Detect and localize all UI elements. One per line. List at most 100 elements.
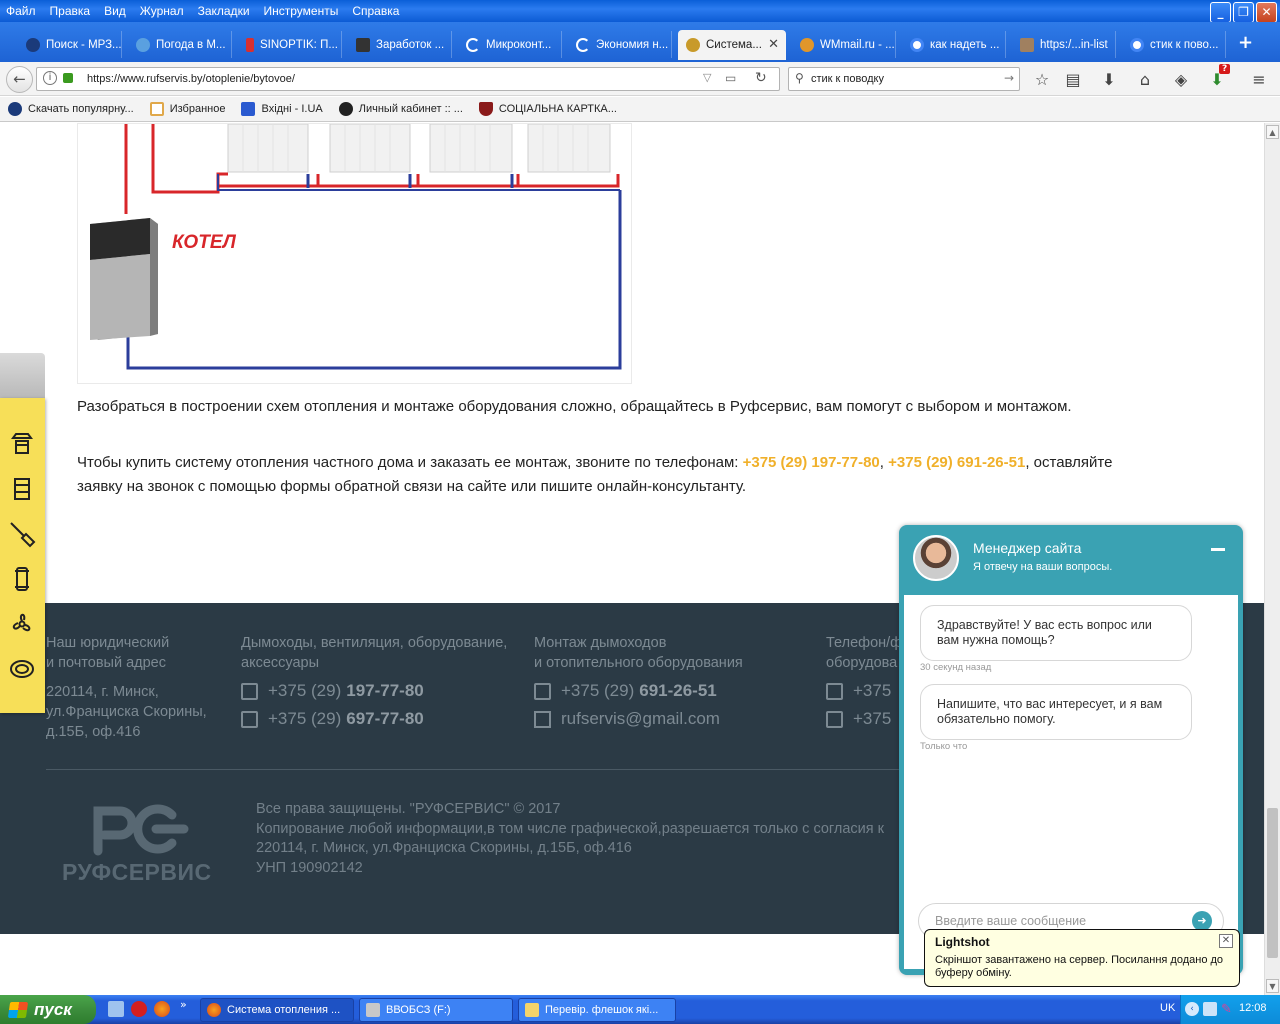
scroll-down-icon[interactable]: ▼ [1266,979,1279,993]
reload-icon[interactable]: ↻ [755,70,767,86]
side-toolbar-panel [0,398,45,713]
close-tab-icon[interactable]: ✕ [768,36,779,52]
library-icon[interactable]: ▤ [1063,70,1083,89]
menu-help[interactable]: Справка [352,4,399,18]
menu-hamburger-icon[interactable]: ≡ [1249,70,1269,89]
tray-expand-icon[interactable]: ‹ [1185,1002,1199,1016]
search-go-icon[interactable]: → [1004,71,1014,85]
page-scrollbar[interactable]: ▲ ▼ [1264,123,1280,995]
show-desktop-icon[interactable] [108,1001,124,1017]
chat-body: Здравствуйте! У вас есть вопрос или вам … [904,595,1238,969]
phone-link-1[interactable]: +375 (29) 197-77-80 [743,454,880,471]
pocket-icon[interactable]: ◈ [1171,70,1191,89]
chat-minimize-icon[interactable] [1211,548,1225,551]
chat-manager-name: Менеджер сайта [973,540,1082,556]
tab-4[interactable]: Заработок ... [348,31,452,58]
firefox-icon[interactable] [154,1001,170,1017]
search-icon: ⚲ [795,71,804,85]
search-bar[interactable]: ⚲ стик к поводку → [788,67,1020,91]
scroll-thumb[interactable] [1267,808,1278,958]
dropdown-icon[interactable]: ▽ [703,71,711,84]
firefox-icon [207,1003,221,1017]
taskbar-item-firefox[interactable]: Система отопления ... [200,998,354,1022]
taskbar-item-drive[interactable]: ВВОБСЗ (F:) [359,998,513,1022]
footer-installation-column: Монтаж дымоходов и отопительного оборудо… [534,635,743,729]
bookmark-3[interactable]: Вхідні - I.UA [241,102,323,116]
lock-icon [63,73,73,83]
tab-9[interactable]: как надеть ... [902,31,1006,58]
menu-file[interactable]: Файл [6,4,36,18]
network-icon[interactable] [1203,1002,1217,1016]
lightshot-notification: Lightshot Скріншот завантажено на сервер… [924,929,1240,987]
minimize-button[interactable]: _ [1210,2,1231,23]
folder-icon [525,1003,539,1017]
restore-button[interactable]: ❐ [1233,2,1254,23]
brush-icon[interactable] [8,520,36,548]
quicklaunch-more-icon[interactable]: » [180,998,187,1011]
close-icon[interactable]: ✕ [1219,934,1233,948]
url-text[interactable]: https://www.rufservis.by/otoplenie/bytov… [87,73,295,85]
tab-5[interactable]: Микроконт... [458,31,562,58]
tab-2[interactable]: Погода в М... [128,31,232,58]
pipe-segment-icon[interactable] [8,565,36,593]
thermometer-icon [246,37,254,52]
reader-view-icon[interactable]: ▭ [725,71,736,85]
opera-icon[interactable] [131,1001,147,1017]
tab-6[interactable]: Экономия н... [568,31,672,58]
footer-phone-5[interactable]: +375 [826,709,902,729]
menu-bookmarks[interactable]: Закладки [198,4,250,18]
tab-active[interactable]: Система... ✕ [678,30,786,60]
tab-3[interactable]: SINOPTIK: П... [238,31,342,58]
chimney-pipe-icon[interactable] [8,475,36,503]
chat-widget: Менеджер сайта Я отвечу на ваши вопросы.… [899,525,1243,975]
download-icon[interactable]: ⬇ [1099,70,1119,89]
chat-message: Напишите, что вас интересует, и я вам об… [920,684,1192,740]
bookmark-5[interactable]: СОЦІАЛЬНА КАРТКА... [478,102,617,116]
scroll-up-icon[interactable]: ▲ [1266,125,1279,139]
close-window-button[interactable]: ✕ [1256,2,1277,23]
lightshot-tray-icon[interactable]: ✎ [1221,1002,1235,1017]
tab-8[interactable]: WMmail.ru - ... [792,31,896,58]
footer-phone-1[interactable]: +375 (29) 197-77-80 [241,681,507,701]
tab-1[interactable]: Поиск - МРЗ... [18,31,122,58]
side-toolbar-handle[interactable] [0,353,45,398]
bookmark-4[interactable]: Личный кабинет :: ... [338,102,463,116]
footer-email[interactable]: rufservis@gmail.com [534,709,743,729]
language-indicator[interactable]: UK [1160,1002,1175,1014]
fan-icon[interactable] [8,610,36,638]
start-button[interactable]: пуск [0,995,96,1024]
info-icon[interactable]: i [43,71,57,85]
menu-history[interactable]: Журнал [140,4,184,18]
tab-11[interactable]: стик к пово... [1122,31,1226,58]
chat-message: Здравствуйте! У вас есть вопрос или вам … [920,605,1192,661]
rings-icon[interactable] [8,655,36,683]
chimney-cap-icon[interactable] [8,430,36,458]
back-button[interactable]: ← [6,66,33,93]
loading-spinner-icon [466,37,480,52]
radiators [227,123,611,173]
star-icon[interactable]: ☆ [1032,70,1052,89]
logo-text: РУФСЕРВИС [62,859,212,885]
at-icon [800,37,814,52]
home-icon[interactable]: ⌂ [1135,70,1155,89]
menu-edit[interactable]: Правка [50,4,91,18]
bookmark-1[interactable]: Скачать популярну... [8,102,134,116]
taskbar-item-folder[interactable]: Перевір. флешок які... [518,998,676,1022]
new-tab-button[interactable]: + [1238,32,1253,53]
footer-phone-3[interactable]: +375 (29) 691-26-51 [534,681,743,701]
phone-icon [826,682,843,700]
rufservis-logo[interactable]: РУФСЕРВИС [60,799,212,887]
phone-link-2[interactable]: +375 (29) 691-26-51 [888,454,1025,471]
footer-phone-4[interactable]: +375 [826,681,902,701]
footer-phone-2[interactable]: +375 (29) 697-77-80 [241,709,507,729]
menu-tools[interactable]: Инструменты [264,4,339,18]
viber-icon [534,682,551,700]
url-bar[interactable]: i https://www.rufservis.by/otoplenie/byt… [36,67,780,91]
bookmark-2[interactable]: Избранное [149,102,225,116]
shield-icon [478,102,493,116]
footer-phone-fax-column: Телефон/ф оборудова +375 +375 [826,635,903,729]
chat-send-icon[interactable]: ➜ [1192,911,1212,931]
search-input[interactable]: стик к поводку [811,73,884,85]
tab-10[interactable]: https:/...in-list [1012,31,1116,58]
menu-view[interactable]: Вид [104,4,126,18]
